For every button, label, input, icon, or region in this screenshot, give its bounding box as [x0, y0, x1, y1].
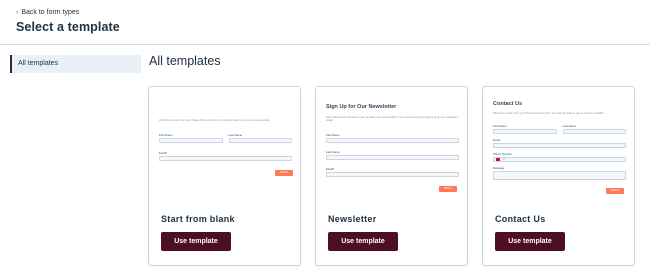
template-name: Newsletter: [328, 214, 377, 224]
preview-submit-button: Submit: [275, 170, 293, 176]
template-card-contact-us[interactable]: Contact Us We'd love to hear from you! P…: [482, 86, 635, 266]
preview-phone-code: +1: [502, 157, 505, 161]
section-title: All templates: [149, 54, 221, 68]
preview-intro: Stay updated with the latest news, updat…: [326, 116, 458, 123]
use-template-button[interactable]: Use template: [161, 232, 231, 251]
template-name: Start from blank: [161, 214, 235, 224]
sidebar: All templates: [10, 55, 141, 73]
preview-email-label: Email*: [159, 151, 168, 155]
preview-email-field: [326, 172, 459, 177]
preview-title: Sign Up for Our Newsletter: [326, 104, 397, 110]
preview-first-name-field: [493, 129, 557, 134]
preview-message-label: Message: [493, 166, 505, 170]
preview-message-field: [493, 171, 626, 180]
template-preview: Sign Up for Our Newsletter Stay updated …: [322, 93, 463, 195]
preview-email-label: Email: [493, 138, 500, 142]
preview-last-name-field: [562, 129, 626, 134]
template-preview: We'd love to hear from you! Please fill …: [155, 93, 296, 195]
chevron-left-icon: ‹: [16, 9, 19, 16]
preview-last-name-label: Last Name: [326, 150, 340, 154]
preview-email-field: [493, 143, 626, 148]
preview-submit-button: Submit: [439, 186, 457, 192]
preview-email-field: [159, 156, 292, 161]
preview-submit-button: Submit: [606, 188, 624, 194]
preview-last-name-field: [326, 155, 459, 160]
preview-last-name-label: Last Name: [562, 124, 577, 128]
template-name: Contact Us: [495, 214, 546, 224]
preview-first-name-field: [326, 138, 459, 143]
page-header: ‹ Back to form types Select a template: [0, 0, 650, 45]
preview-last-name-label: Last Name: [228, 133, 243, 137]
template-preview: Contact Us We'd love to hear from you! P…: [489, 93, 630, 195]
template-card-newsletter[interactable]: Sign Up for Our Newsletter Stay updated …: [315, 86, 468, 266]
preview-email-label: Email*: [326, 167, 335, 171]
preview-title: Contact Us: [493, 101, 523, 107]
sidebar-item-all-templates[interactable]: All templates: [10, 55, 141, 73]
preview-first-name-label: First Name: [159, 133, 173, 137]
use-template-button[interactable]: Use template: [328, 232, 398, 251]
preview-intro: We'd love to hear from you! Please fill …: [493, 112, 605, 115]
page-title: Select a template: [16, 20, 120, 34]
preview-phone-label: Phone Number: [493, 152, 512, 156]
use-template-button[interactable]: Use template: [495, 232, 565, 251]
flag-icon: [496, 158, 500, 161]
preview-first-name-label: First Name: [493, 124, 507, 128]
preview-last-name-field: [228, 138, 292, 143]
back-link-label: Back to form types: [21, 9, 80, 16]
preview-first-name-field: [159, 138, 223, 143]
preview-first-name-label: First Name: [326, 133, 340, 137]
back-to-form-types-link[interactable]: ‹ Back to form types: [16, 9, 79, 16]
template-card-blank[interactable]: We'd love to hear from you! Please fill …: [148, 86, 301, 266]
preview-intro: We'd love to hear from you! Please fill …: [159, 119, 271, 122]
preview-phone-field: +1: [493, 157, 626, 162]
